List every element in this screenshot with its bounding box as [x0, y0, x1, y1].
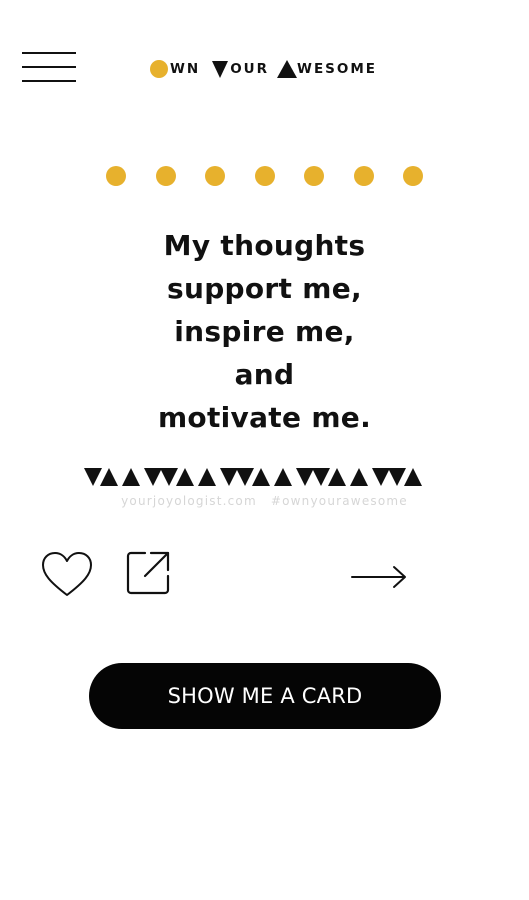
- affirmation-text: My thoughts support me, inspire me, and …: [0, 224, 529, 439]
- arrow-right-icon[interactable]: [350, 562, 408, 592]
- triangle-up-icon: [328, 468, 346, 486]
- dot: [106, 166, 126, 186]
- dot: [155, 166, 176, 186]
- arrow-right-icon-svg: [351, 566, 406, 588]
- heart-icon[interactable]: [40, 550, 94, 600]
- hashtag: #ownyourawesome: [270, 494, 408, 508]
- affirmation-line: My thoughts: [163, 229, 366, 262]
- heart-icon-svg: [42, 552, 92, 596]
- triangle-up-icon: [274, 468, 292, 486]
- affirmation-line: and: [234, 358, 295, 391]
- menu-bar-top: [22, 52, 76, 54]
- triangle-up-icon: [198, 468, 216, 486]
- triangle-up-icon: [100, 468, 118, 486]
- logo-triangle-a: [277, 60, 298, 78]
- logo-triangle-y: [212, 60, 229, 78]
- app-logo: WN OUR WESOME: [150, 56, 377, 82]
- logo-dot-o: [150, 60, 168, 78]
- dot: [254, 166, 275, 186]
- affirmation-line: support me,: [167, 272, 362, 305]
- hamburger-menu-icon[interactable]: [22, 50, 76, 84]
- triangle-up-icon: [350, 468, 368, 486]
- logo-text-wn: WN: [170, 61, 201, 77]
- show-me-a-card-button[interactable]: SHOW ME A CARD: [89, 663, 441, 729]
- logo-text-wesome: WESOME: [297, 61, 378, 77]
- triangle-up-icon: [252, 468, 270, 486]
- dot: [304, 166, 324, 186]
- site-url: yourjoyologist.com: [121, 494, 257, 508]
- share-icon-svg: [126, 551, 170, 595]
- affirmation-line: inspire me,: [174, 315, 355, 348]
- dot: [205, 166, 225, 186]
- dot: [353, 166, 374, 186]
- triangle-up-icon: [404, 468, 422, 486]
- triangle-up-icon: [122, 468, 140, 486]
- triangle-pattern: [84, 468, 426, 488]
- logo-text-our: OUR: [230, 61, 270, 77]
- menu-bar-middle: [22, 66, 76, 68]
- card-dots: [106, 166, 423, 186]
- affirmation-line: motivate me.: [157, 401, 372, 434]
- share-icon[interactable]: [125, 550, 171, 596]
- triangle-up-icon: [176, 468, 194, 486]
- menu-bar-bottom: [22, 80, 76, 82]
- dot: [403, 166, 423, 186]
- card-footer: yourjoyologist.com #ownyourawesome: [0, 494, 529, 508]
